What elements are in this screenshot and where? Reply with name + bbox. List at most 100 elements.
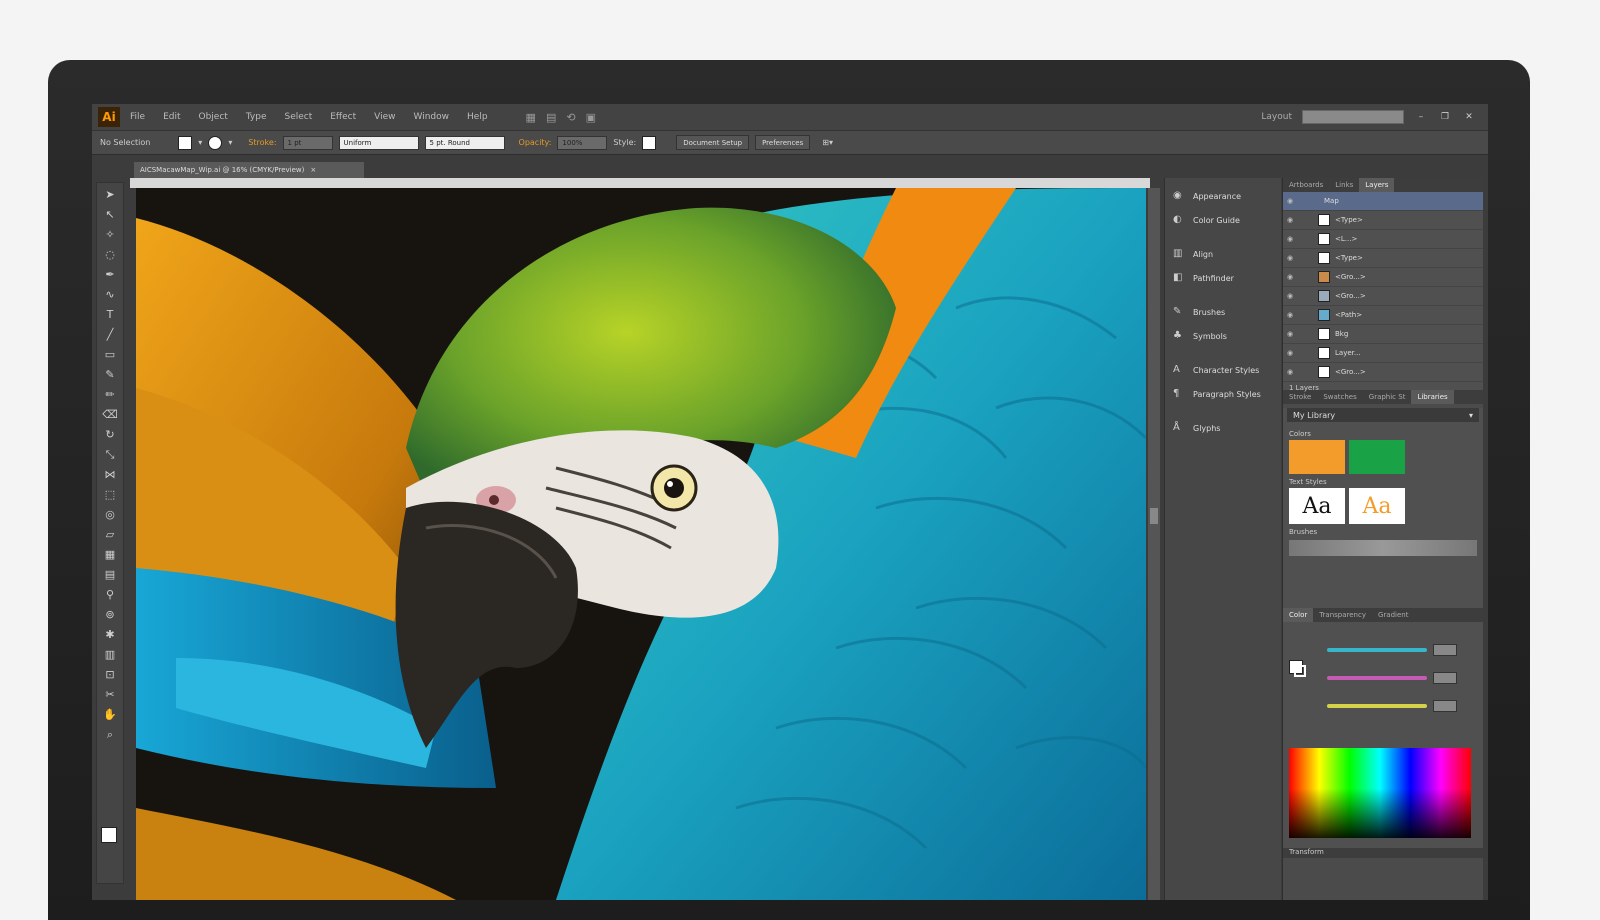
dock-symbols[interactable]: ♣ Symbols xyxy=(1165,324,1281,348)
menu-object[interactable]: Object xyxy=(199,112,228,122)
text-style-sample[interactable]: Aa xyxy=(1289,488,1345,524)
preferences-button[interactable]: Preferences xyxy=(755,135,811,150)
variable-width-profile[interactable]: Uniform xyxy=(338,135,419,150)
maximize-button[interactable]: ❐ xyxy=(1438,112,1452,122)
direct-selection-tool-icon[interactable]: ↖ xyxy=(101,208,119,222)
color-slider-3[interactable] xyxy=(1327,704,1427,708)
document-tab[interactable]: AICSMacawMap_Wip.ai @ 16% (CMYK/Preview)… xyxy=(134,162,364,178)
fill-dropdown-icon[interactable]: ▾ xyxy=(198,138,202,147)
gradient-tool-icon[interactable]: ▤ xyxy=(101,568,119,582)
dock-paragraph-styles[interactable]: ¶ Paragraph Styles xyxy=(1165,382,1281,406)
zoom-tool-icon[interactable]: ⌕ xyxy=(101,728,119,742)
layer-row[interactable]: ◉ <Path> xyxy=(1283,306,1483,325)
width-tool-icon[interactable]: ⋈ xyxy=(101,468,119,482)
library-brush-strip[interactable] xyxy=(1289,540,1477,556)
layer-row[interactable]: ◉ Bkg xyxy=(1283,325,1483,344)
curvature-tool-icon[interactable]: ∿ xyxy=(101,288,119,302)
visibility-eye-icon[interactable]: ◉ xyxy=(1287,235,1295,243)
color-spectrum[interactable] xyxy=(1289,748,1471,838)
graphic-style-swatch[interactable] xyxy=(642,135,657,150)
layer-row[interactable]: ◉ <Type> xyxy=(1283,211,1483,230)
eraser-tool-icon[interactable]: ⌫ xyxy=(101,408,119,422)
visibility-eye-icon[interactable]: ◉ xyxy=(1287,349,1295,357)
type-tool-icon[interactable]: T xyxy=(101,308,119,322)
dock-appearance[interactable]: ◉ Appearance xyxy=(1165,184,1281,208)
visibility-eye-icon[interactable]: ◉ xyxy=(1287,292,1295,300)
visibility-eye-icon[interactable]: ◉ xyxy=(1287,330,1295,338)
pencil-tool-icon[interactable]: ✏ xyxy=(101,388,119,402)
opacity-label[interactable]: Opacity: xyxy=(519,138,552,147)
layer-row[interactable]: ◉ <Gro...> xyxy=(1283,268,1483,287)
magic-wand-tool-icon[interactable]: ✧ xyxy=(101,228,119,242)
arrange-documents-icon[interactable]: ▤ xyxy=(546,111,556,124)
visibility-eye-icon[interactable]: ◉ xyxy=(1287,311,1295,319)
color-value-2[interactable] xyxy=(1433,672,1457,684)
shape-builder-tool-icon[interactable]: ◎ xyxy=(101,508,119,522)
fill-stroke-indicator[interactable] xyxy=(101,827,117,843)
color-swatch-green[interactable] xyxy=(1349,440,1405,474)
dock-color-guide[interactable]: ◐ Color Guide xyxy=(1165,208,1281,232)
fill-stroke-widget[interactable] xyxy=(1289,660,1307,678)
close-button[interactable]: ✕ xyxy=(1462,112,1476,122)
menu-select[interactable]: Select xyxy=(284,112,312,122)
tab-color[interactable]: Color xyxy=(1283,608,1314,622)
layer-row[interactable]: ◉ <Gro...> xyxy=(1283,287,1483,306)
tab-gradient[interactable]: Gradient xyxy=(1372,608,1414,622)
line-tool-icon[interactable]: ╱ xyxy=(101,328,119,342)
slice-tool-icon[interactable]: ✂ xyxy=(101,688,119,702)
layer-row[interactable]: ◉ Layer... xyxy=(1283,344,1483,363)
layer-row[interactable]: ◉ <L...> xyxy=(1283,230,1483,249)
eyedropper-tool-icon[interactable]: ⚲ xyxy=(101,588,119,602)
dock-align[interactable]: ▥ Align xyxy=(1165,242,1281,266)
transform-panel-tab[interactable]: Transform xyxy=(1283,848,1483,858)
visibility-eye-icon[interactable]: ◉ xyxy=(1287,197,1295,205)
stroke-swatch[interactable] xyxy=(208,135,223,150)
text-style-sample-orange[interactable]: Aa xyxy=(1349,488,1405,524)
paintbrush-tool-icon[interactable]: ✎ xyxy=(101,368,119,382)
color-slider-1[interactable] xyxy=(1327,648,1427,652)
symbol-sprayer-tool-icon[interactable]: ✱ xyxy=(101,628,119,642)
tab-transparency[interactable]: Transparency xyxy=(1313,608,1372,622)
stroke-box[interactable] xyxy=(1294,665,1306,677)
document-setup-button[interactable]: Document Setup xyxy=(676,135,750,150)
lasso-tool-icon[interactable]: ◌ xyxy=(101,248,119,262)
dock-character-styles[interactable]: A Character Styles xyxy=(1165,358,1281,382)
visibility-eye-icon[interactable]: ◉ xyxy=(1287,368,1295,376)
stroke-weight-field[interactable]: 1 pt xyxy=(282,135,333,150)
color-swatch-orange[interactable] xyxy=(1289,440,1345,474)
menu-file[interactable]: File xyxy=(130,112,145,122)
dock-brushes[interactable]: ✎ Brushes xyxy=(1165,300,1281,324)
pen-tool-icon[interactable]: ✒ xyxy=(101,268,119,282)
layer-row[interactable]: ◉ <Type> xyxy=(1283,249,1483,268)
menu-type[interactable]: Type xyxy=(246,112,267,122)
color-value-1[interactable] xyxy=(1433,644,1457,656)
hand-tool-icon[interactable]: ✋ xyxy=(101,708,119,722)
bridge-icon[interactable]: ▦ xyxy=(526,111,536,124)
artboard-canvas[interactable] xyxy=(136,188,1146,900)
close-tab-icon[interactable]: × xyxy=(310,166,316,174)
minimize-button[interactable]: – xyxy=(1414,112,1428,122)
menu-help[interactable]: Help xyxy=(467,112,488,122)
brush-definition[interactable]: 5 pt. Round xyxy=(424,135,505,150)
rectangle-tool-icon[interactable]: ▭ xyxy=(101,348,119,362)
color-value-3[interactable] xyxy=(1433,700,1457,712)
scale-tool-icon[interactable]: ⤡ xyxy=(101,448,119,462)
rotate-tool-icon[interactable]: ↻ xyxy=(101,428,119,442)
artboard-tool-icon[interactable]: ⊡ xyxy=(101,668,119,682)
tab-layers[interactable]: Layers xyxy=(1359,178,1395,192)
dock-glyphs[interactable]: Å Glyphs xyxy=(1165,416,1281,440)
workspace-switcher[interactable]: Layout xyxy=(1261,112,1292,122)
opacity-field[interactable]: 100% xyxy=(557,135,608,150)
free-transform-tool-icon[interactable]: ⬚ xyxy=(101,488,119,502)
mesh-tool-icon[interactable]: ▦ xyxy=(101,548,119,562)
gpu-icon[interactable]: ▣ xyxy=(586,111,596,124)
visibility-eye-icon[interactable]: ◉ xyxy=(1287,216,1295,224)
fill-swatch[interactable] xyxy=(178,135,193,150)
visibility-eye-icon[interactable]: ◉ xyxy=(1287,273,1295,281)
stroke-label[interactable]: Stroke: xyxy=(248,138,276,147)
search-input[interactable] xyxy=(1302,110,1404,124)
visibility-eye-icon[interactable]: ◉ xyxy=(1287,254,1295,262)
stroke-dropdown-icon[interactable]: ▾ xyxy=(228,138,232,147)
color-slider-2[interactable] xyxy=(1327,676,1427,680)
dock-pathfinder[interactable]: ◧ Pathfinder xyxy=(1165,266,1281,290)
